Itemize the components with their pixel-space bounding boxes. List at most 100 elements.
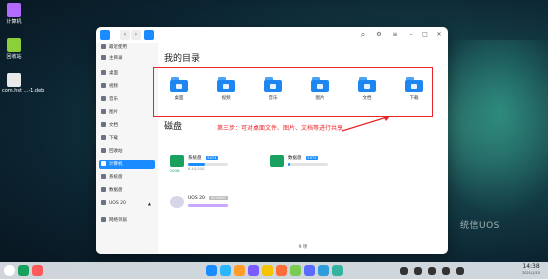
notification-icon[interactable] xyxy=(442,267,450,275)
minimize-button[interactable]: – xyxy=(406,30,416,40)
sidebar-item-label: 计算机 xyxy=(109,162,123,167)
store-icon[interactable] xyxy=(276,265,287,276)
video-app-icon[interactable] xyxy=(248,265,259,276)
sidebar-item-network[interactable]: 网络邻居 xyxy=(99,216,155,225)
music-app-icon[interactable] xyxy=(234,265,245,276)
volume-tray-icon[interactable] xyxy=(414,267,422,275)
sidebar-item-label: UOS 20 xyxy=(109,201,126,206)
sidebar-item-desktop[interactable]: 桌面 xyxy=(99,69,155,78)
clock-date: 2021/1/15 xyxy=(522,271,540,275)
sidebar-item-trash[interactable]: 回收站 xyxy=(99,147,155,156)
computer-icon xyxy=(101,160,106,166)
file-manager-icon[interactable] xyxy=(206,265,217,276)
network-icon xyxy=(101,216,106,222)
file-manager-window: ‹ › ⌕ ⚙ ≡ – □ ✕ 最近使用 主目录 桌面 视频 音乐 图片 文档 … xyxy=(96,27,448,254)
sidebar-item-label: 回收站 xyxy=(109,149,123,154)
section-title-my-dirs: 我的目录 xyxy=(164,54,201,64)
disk-usage-bar xyxy=(288,163,328,166)
settings-icon[interactable] xyxy=(304,265,315,276)
section-title-disks: 磁盘 xyxy=(164,122,183,132)
sidebar-item-label: 桌面 xyxy=(109,71,118,76)
music-icon xyxy=(101,95,106,101)
sidebar-item-computer[interactable]: 计算机 xyxy=(99,160,155,169)
os-watermark: 统信UOS xyxy=(460,221,500,231)
back-button[interactable]: ‹ xyxy=(120,30,130,40)
disk-icon xyxy=(101,173,106,179)
maximize-button[interactable]: □ xyxy=(420,30,430,40)
sidebar-item-videos[interactable]: 视频 xyxy=(99,82,155,91)
clock[interactable]: 14:38 2021/1/15 xyxy=(522,263,540,277)
disk-usage-fill xyxy=(188,163,205,166)
launcher-icon[interactable] xyxy=(4,265,15,276)
forward-button[interactable]: › xyxy=(131,30,141,40)
clock-icon xyxy=(101,43,106,49)
sidebar-item-documents[interactable]: 文档 xyxy=(99,121,155,130)
desktop-icon-computer[interactable]: 计算机 xyxy=(2,3,26,25)
search-icon[interactable]: ⌕ xyxy=(358,30,368,40)
status-bar: 9 项 xyxy=(298,245,308,250)
sidebar-item-data-disk[interactable]: 数据盘 xyxy=(99,186,155,195)
sidebar-item-system-disk[interactable]: 系统盘 xyxy=(99,173,155,182)
disk-name-row: UOS 20 ISO9660 xyxy=(188,196,228,201)
calendar-icon[interactable] xyxy=(332,265,343,276)
multitask-icon[interactable] xyxy=(18,265,29,276)
sidebar-item-home[interactable]: 主目录 xyxy=(99,54,155,63)
picture-icon xyxy=(101,108,106,114)
menu-icon[interactable]: ≡ xyxy=(390,30,400,40)
sidebar-item-label: 文档 xyxy=(109,123,118,128)
desktop-icon-label: 回收站 xyxy=(6,54,22,60)
app-logo-icon xyxy=(100,30,110,40)
disk-name-row: 数据盘 EXT4 xyxy=(288,155,319,161)
fs-badge: ISO9660 xyxy=(208,196,228,200)
eject-icon[interactable]: ▲ xyxy=(148,199,151,208)
picture-app-icon[interactable] xyxy=(262,265,273,276)
input-method-icon[interactable] xyxy=(428,267,436,275)
sidebar-item-downloads[interactable]: 下载 xyxy=(99,134,155,143)
sidebar-item-label: 图片 xyxy=(109,110,118,115)
sidebar-item-label: 视频 xyxy=(109,84,118,89)
network-tray-icon[interactable] xyxy=(400,267,408,275)
highlight-box xyxy=(153,67,433,117)
optical-disc-icon xyxy=(101,199,106,205)
disk-card-system[interactable]: 系统盘 EXT4 8.4G/20G 20GB xyxy=(170,155,240,175)
trash-icon xyxy=(101,147,106,153)
desktop-icon-trash[interactable]: 回收站 xyxy=(2,38,26,60)
disk-usage-bar xyxy=(188,204,228,207)
disk-usage-fill xyxy=(188,204,228,207)
sidebar-item-label: 最近使用 xyxy=(109,45,127,50)
power-icon[interactable] xyxy=(456,267,464,275)
fs-badge: EXT4 xyxy=(305,156,319,160)
clock-time: 14:38 xyxy=(522,263,540,270)
terminal-icon[interactable] xyxy=(318,265,329,276)
breadcrumb-computer-icon[interactable] xyxy=(144,30,154,40)
disk-usage-fill xyxy=(288,163,291,166)
sidebar-item-pictures[interactable]: 图片 xyxy=(99,108,155,117)
disk-icon xyxy=(170,155,184,167)
browser-icon[interactable] xyxy=(220,265,231,276)
close-button[interactable]: ✕ xyxy=(434,30,444,40)
sidebar-item-label: 系统盘 xyxy=(109,175,123,180)
sidebar-item-uos-disc[interactable]: UOS 20 ▲ xyxy=(99,199,155,208)
fs-badge: EXT4 xyxy=(205,156,219,160)
sidebar: 最近使用 主目录 桌面 视频 音乐 图片 文档 下载 回收站 计算机 系统盘 数… xyxy=(96,43,158,254)
sidebar-item-recent[interactable]: 最近使用 xyxy=(99,43,155,52)
app-icon[interactable] xyxy=(32,265,43,276)
desktop-icon xyxy=(101,69,106,75)
sidebar-item-label: 音乐 xyxy=(109,97,118,102)
download-icon xyxy=(101,134,106,140)
disk-card-data[interactable]: 数据盘 EXT4 xyxy=(270,155,340,175)
view-options-icon[interactable]: ⚙ xyxy=(374,30,384,40)
sidebar-item-label: 下载 xyxy=(109,136,118,141)
disk-card-uos[interactable]: UOS 20 ISO9660 xyxy=(170,196,240,216)
disk-name: 系统盘 xyxy=(188,156,202,161)
desktop-icon-deb-file[interactable]: com.hst ...-1.deb xyxy=(2,73,44,94)
disk-icon xyxy=(101,186,106,192)
taskbar: 14:38 2021/1/15 xyxy=(0,262,548,279)
mail-icon[interactable] xyxy=(290,265,301,276)
sidebar-item-label: 数据盘 xyxy=(109,188,123,193)
sidebar-item-music[interactable]: 音乐 xyxy=(99,95,155,104)
desktop-icon-label: 计算机 xyxy=(6,19,22,25)
disk-usage-bar xyxy=(188,163,228,166)
disk-name: 数据盘 xyxy=(288,156,302,161)
disk-size: 8.4G/20G xyxy=(188,167,205,171)
